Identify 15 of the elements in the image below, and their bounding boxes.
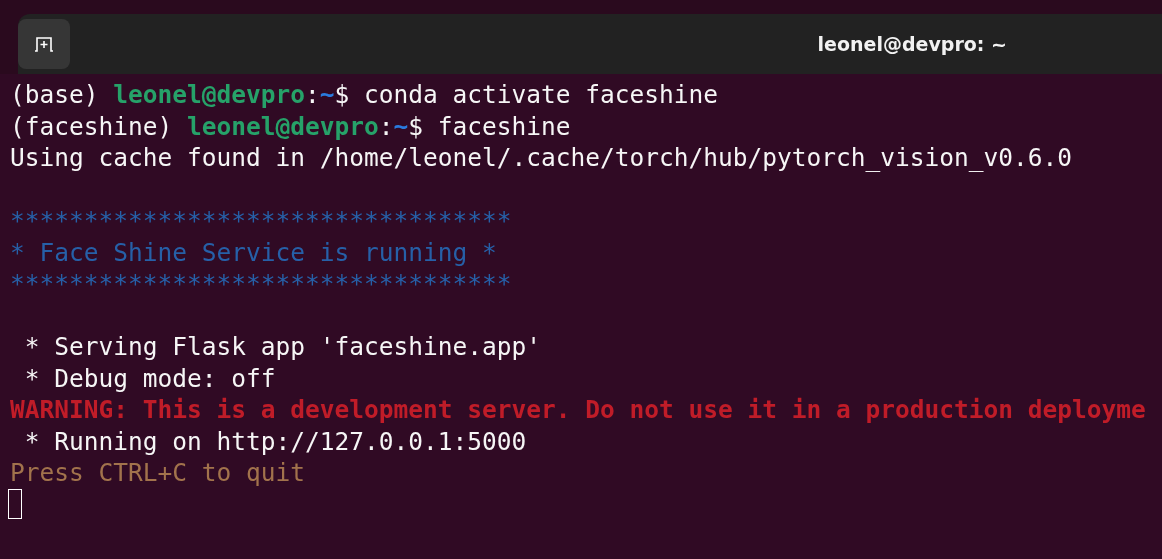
window-title: leonel@devpro: ~ [817,33,1007,55]
terminal-line: WARNING: This is a development server. Do not use it in a production deployme [10,394,1147,426]
terminal-line: Press CTRL+C to quit [10,457,306,489]
terminal-line: ********************************** [10,205,513,237]
text-cursor [8,488,22,519]
new-tab-button[interactable] [18,19,70,69]
terminal-line: (faceshine) leonel@devpro:~$ faceshine [10,110,572,142]
terminal-line: Using cache found in /home/leonel/.cache/torch/hub/pytorch_vision_v0.6.0 [10,142,1074,174]
terminal-line: * Serving Flask app 'faceshine.app' [23,331,542,363]
terminal-line: ********************************** [10,268,513,300]
terminal-line: * Debug mode: off [23,362,277,394]
terminal-line: (base) leonel@devpro:~$ conda activate faceshine [10,79,720,111]
terminal-line: * Face Shine Service is running * [10,236,498,268]
new-tab-icon [33,35,55,53]
terminal-line: * Running on http://127.0.0.1:5000 [23,425,528,457]
